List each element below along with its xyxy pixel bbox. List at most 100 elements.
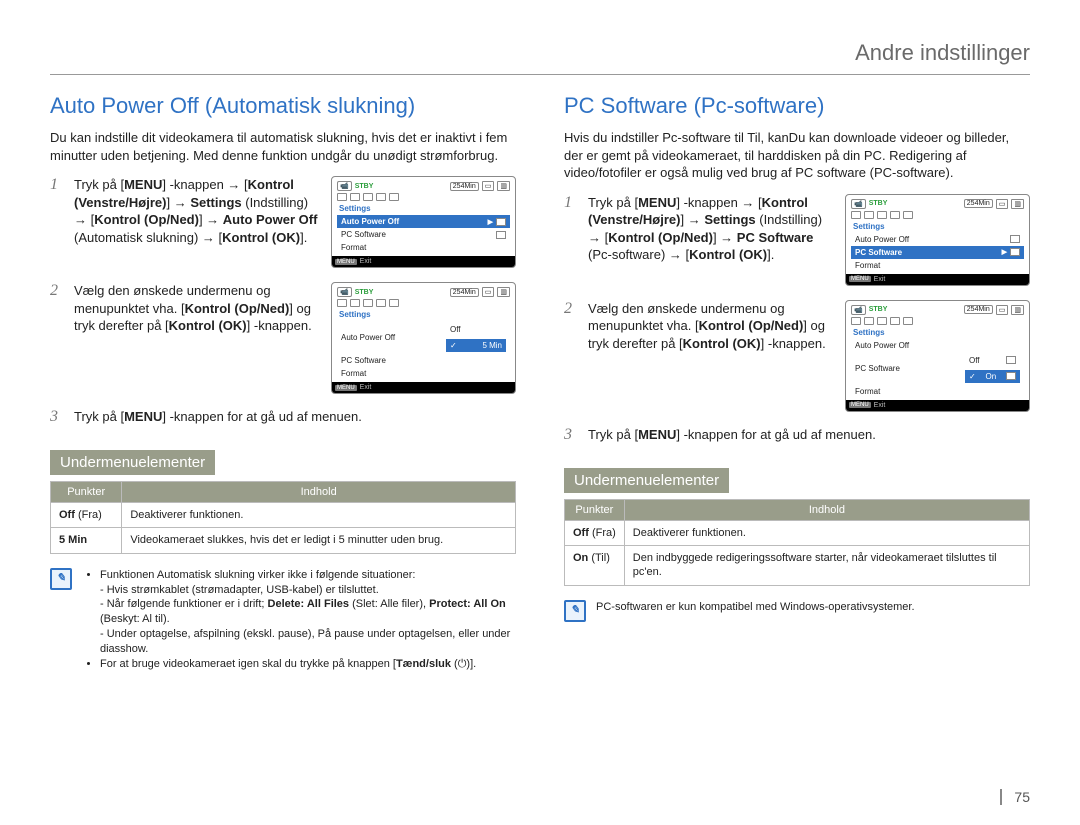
menu-tag: MENU <box>849 276 871 282</box>
step-number: 1 <box>564 194 578 212</box>
right-column: PC Software (Pc-software) Hvis du indsti… <box>564 93 1030 672</box>
table-row-5min: 5 Min <box>51 528 122 553</box>
stby-label: STBY <box>355 289 374 296</box>
camera-screen-3: 📹 STBY 254Min ▭ ▥ Settings Auto Power Of… <box>845 194 1030 286</box>
right-title: PC Software (Pc-software) <box>564 93 1030 119</box>
note-icon: ✎ <box>564 600 586 622</box>
menu-item-pc-software: PC Software▶ <box>851 246 1024 259</box>
menu-tag: MENU <box>849 402 871 408</box>
camera-icon: 📹 <box>337 181 352 191</box>
step-number: 3 <box>50 408 64 426</box>
submenu-heading: Undermenuelementer <box>50 450 215 475</box>
stby-label: STBY <box>355 183 374 190</box>
sd-icon: ▭ <box>996 199 1009 209</box>
step-number: 3 <box>564 426 578 444</box>
off-icon <box>1006 356 1016 364</box>
option-off: Off <box>446 323 506 336</box>
menu-item-auto-power-off: Auto Power Off Off 5 Min <box>337 321 510 354</box>
settings-label: Settings <box>849 220 1026 233</box>
table-row-off: Off (Fra) <box>51 503 122 528</box>
step-number: 2 <box>50 282 64 300</box>
option-off: Off <box>965 354 1020 367</box>
step-number: 2 <box>564 300 578 318</box>
note-bullet-1: Funktionen Automatisk slukning virker ik… <box>100 568 516 657</box>
menu-item-pc-software: PC Software <box>337 228 510 241</box>
menu-item-auto-power-off: Auto Power Off▶ <box>337 215 510 228</box>
settings-label: Settings <box>335 202 512 215</box>
pc-icon <box>496 231 506 239</box>
battery-icon: ▥ <box>1011 199 1024 209</box>
page-number: 75 <box>1000 789 1030 805</box>
page-header: Andre indstillinger <box>50 40 1030 75</box>
exit-label: Exit <box>874 276 886 283</box>
triangle-right-icon: ▶ <box>1002 248 1007 256</box>
step-3-text: Tryk på [MENU] ‑knappen for at gå ud af … <box>588 426 1030 444</box>
step-number: 1 <box>50 176 64 194</box>
note-block: ✎ Funktionen Automatisk slukning virker … <box>50 568 516 672</box>
minutes-label: 254Min <box>964 199 993 208</box>
submenu-heading: Undermenuelementer <box>564 468 729 493</box>
table-row-on: On (Til) <box>565 545 625 585</box>
minutes-label: 254Min <box>450 182 479 191</box>
menu-item-pc-software: PC Software <box>337 354 510 367</box>
settings-label: Settings <box>335 308 512 321</box>
triangle-right-icon: ▶ <box>488 218 493 226</box>
menu-item-auto-power-off: Auto Power Off <box>851 339 1024 352</box>
menu-tag: MENU <box>335 259 357 265</box>
table-row-off: Off (Fra) <box>565 520 625 545</box>
exit-label: Exit <box>874 402 886 409</box>
menu-item-format: Format <box>337 241 510 254</box>
submenu-table: PunkterIndhold Off (Fra)Deaktiverer funk… <box>564 499 1030 586</box>
on-icon <box>1006 372 1016 380</box>
step-3-text: Tryk på [MENU] ‑knappen for at gå ud af … <box>74 408 516 426</box>
clock-icon <box>1010 235 1020 243</box>
exit-label: Exit <box>360 258 372 265</box>
left-intro: Du kan indstille dit videokamera til aut… <box>50 129 516 164</box>
camera-icon: 📹 <box>337 287 352 297</box>
note-bullet-2: For at bruge videokameraet igen skal du … <box>100 657 516 672</box>
menu-item-format: Format <box>851 259 1024 272</box>
check-icon <box>969 372 976 381</box>
note-icon: ✎ <box>50 568 72 590</box>
minutes-label: 254Min <box>964 305 993 314</box>
step-2-text: Vælg den ønskede undermenu og menupunkte… <box>74 282 321 335</box>
note-text: PC-softwaren er kun kompatibel med Windo… <box>596 600 915 622</box>
menu-item-format: Format <box>851 385 1024 398</box>
battery-icon: ▥ <box>497 287 510 297</box>
step-1-text: Tryk på [MENU] ‑knappen → [Kontrol (Vens… <box>588 194 835 264</box>
left-title: Auto Power Off (Automatisk slukning) <box>50 93 516 119</box>
minutes-label: 254Min <box>450 288 479 297</box>
camera-screen-4: 📹 STBY 254Min ▭ ▥ Settings Auto Power Of… <box>845 300 1030 412</box>
pc-icon <box>1010 248 1020 256</box>
settings-label: Settings <box>849 326 1026 339</box>
sd-icon: ▭ <box>482 181 495 191</box>
sd-icon: ▭ <box>482 287 495 297</box>
stby-label: STBY <box>869 306 888 313</box>
menu-item-auto-power-off: Auto Power Off <box>851 233 1024 246</box>
col-indhold: Indhold <box>624 499 1029 520</box>
submenu-table: PunkterIndhold Off (Fra)Deaktiverer funk… <box>50 481 516 554</box>
camera-icon: 📹 <box>851 199 866 209</box>
menu-tag: MENU <box>335 385 357 391</box>
camera-screen-1: 📹 STBY 254Min ▭ ▥ Settings Auto Power Of… <box>331 176 516 268</box>
note-block: ✎ PC-softwaren er kun kompatibel med Win… <box>564 600 1030 622</box>
col-indhold: Indhold <box>122 482 516 503</box>
option-on: On <box>965 370 1020 383</box>
option-5min: 5 Min <box>446 339 506 352</box>
menu-item-format: Format <box>337 367 510 380</box>
camera-icon: 📹 <box>851 305 866 315</box>
battery-icon: ▥ <box>497 181 510 191</box>
menu-item-pc-software: PC Software Off On <box>851 352 1024 385</box>
col-punkter: Punkter <box>51 482 122 503</box>
check-icon <box>450 341 457 350</box>
right-intro: Hvis du indstiller Pc-software til Til, … <box>564 129 1030 182</box>
battery-icon: ▥ <box>1011 305 1024 315</box>
stby-label: STBY <box>869 200 888 207</box>
exit-label: Exit <box>360 384 372 391</box>
sd-icon: ▭ <box>996 305 1009 315</box>
left-column: Auto Power Off (Automatisk slukning) Du … <box>50 93 516 672</box>
col-punkter: Punkter <box>565 499 625 520</box>
clock-icon <box>496 218 506 226</box>
step-1-text: Tryk på [MENU] ‑knappen → [Kontrol (Vens… <box>74 176 321 246</box>
camera-screen-2: 📹 STBY 254Min ▭ ▥ Settings Auto Power Of… <box>331 282 516 394</box>
